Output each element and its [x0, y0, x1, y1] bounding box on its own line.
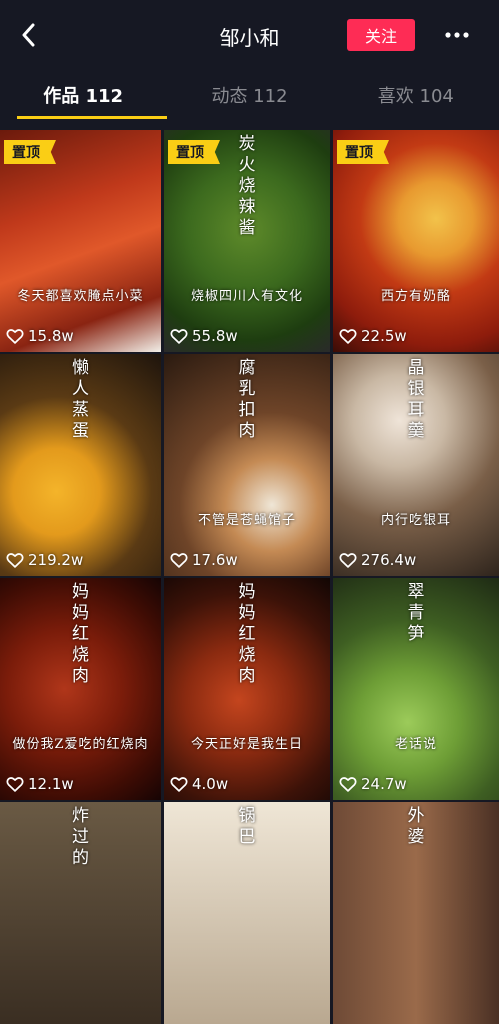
video-subtitle: 烧椒四川人有文化	[190, 289, 303, 304]
chevron-left-icon	[22, 23, 35, 47]
heart-icon	[170, 329, 188, 344]
like-count-value: 15.8w	[28, 327, 74, 345]
video-thumbnail[interactable]: 炸过的	[0, 802, 161, 1024]
more-options-button[interactable]	[440, 20, 474, 50]
more-dots-icon	[445, 32, 469, 38]
like-count-value: 22.5w	[361, 327, 407, 345]
like-count: 4.0w	[170, 775, 228, 793]
video-thumbnail[interactable]: 妈妈红烧肉今天正好是我生日 4.0w	[164, 578, 330, 800]
video-title-vertical: 锅巴	[238, 806, 256, 847]
tab-works[interactable]: 作品 112	[0, 70, 166, 120]
tab-dynamic-label: 动态 112	[211, 86, 288, 107]
tab-indicator	[17, 116, 167, 119]
heart-icon	[6, 553, 24, 568]
video-thumbnail[interactable]: 懒人蒸蛋 219.2w	[0, 354, 161, 576]
like-count-value: 219.2w	[28, 551, 84, 569]
video-thumbnail[interactable]: 晶银耳羹内行吃银耳 276.4w	[333, 354, 499, 576]
back-button[interactable]	[14, 20, 44, 50]
heart-icon	[6, 329, 24, 344]
video-title-vertical: 懒人蒸蛋	[72, 358, 89, 441]
heart-icon	[170, 553, 188, 568]
video-subtitle: 西方有奶酪	[380, 289, 451, 304]
video-thumbnail[interactable]: 腐乳扣肉不管是苍蝇馆子 17.6w	[164, 354, 330, 576]
tab-works-label: 作品 112	[43, 86, 124, 107]
video-subtitle: 老话说	[394, 737, 437, 752]
heart-icon	[170, 777, 188, 792]
like-count: 276.4w	[339, 551, 416, 569]
tab-likes-label: 喜欢 104	[377, 86, 454, 107]
video-title-vertical: 妈妈红烧肉	[72, 582, 89, 686]
like-count-value: 276.4w	[361, 551, 417, 569]
like-count-value: 55.8w	[192, 327, 238, 345]
video-title-vertical: 晶银耳羹	[407, 358, 425, 441]
video-subtitle: 内行吃银耳	[380, 513, 451, 528]
video-title-vertical: 炭火烧辣酱	[238, 134, 256, 238]
video-subtitle: 今天正好是我生日	[190, 737, 303, 752]
video-title-vertical: 腐乳扣肉	[238, 358, 256, 441]
video-subtitle: 冬天都喜欢腌点小菜	[17, 289, 144, 304]
profile-tabs: 作品 112 动态 112 喜欢 104	[0, 70, 499, 120]
heart-icon	[339, 329, 357, 344]
like-count: 15.8w	[6, 327, 74, 345]
video-title-vertical: 外婆	[407, 806, 425, 847]
pinned-badge: 置顶	[4, 140, 56, 164]
video-thumbnail[interactable]: 置顶冬天都喜欢腌点小菜 15.8w	[0, 130, 161, 352]
top-bar: 邹小和 关注	[0, 0, 499, 70]
video-title-vertical: 翠青笋	[407, 582, 425, 644]
heart-icon	[339, 777, 357, 792]
profile-name: 邹小和	[219, 26, 280, 50]
heart-icon	[339, 553, 357, 568]
video-title-vertical: 炸过的	[72, 806, 89, 868]
video-thumbnail[interactable]: 锅巴	[164, 802, 330, 1024]
like-count-value: 12.1w	[28, 775, 74, 793]
video-subtitle: 做份我Z爱吃的红烧肉	[12, 737, 149, 752]
follow-button[interactable]: 关注	[347, 19, 415, 51]
like-count: 17.6w	[170, 551, 238, 569]
like-count: 22.5w	[339, 327, 407, 345]
like-count: 219.2w	[6, 551, 83, 569]
like-count-value: 17.6w	[192, 551, 238, 569]
pinned-badge: 置顶	[337, 140, 389, 164]
like-count: 12.1w	[6, 775, 74, 793]
like-count: 24.7w	[339, 775, 407, 793]
video-thumbnail[interactable]: 置顶 炭火烧辣酱烧椒四川人有文化 55.8w	[164, 130, 330, 352]
video-thumbnail[interactable]: 妈妈红烧肉做份我Z爱吃的红烧肉 12.1w	[0, 578, 161, 800]
video-subtitle: 不管是苍蝇馆子	[197, 513, 296, 528]
video-thumbnail[interactable]: 外婆	[333, 802, 499, 1024]
tab-dynamic[interactable]: 动态 112	[166, 70, 332, 120]
video-title-vertical: 妈妈红烧肉	[238, 582, 256, 686]
like-count-value: 24.7w	[361, 775, 407, 793]
like-count-value: 4.0w	[192, 775, 229, 793]
tab-likes[interactable]: 喜欢 104	[333, 70, 499, 120]
like-count: 55.8w	[170, 327, 238, 345]
video-thumbnail[interactable]: 置顶西方有奶酪 22.5w	[333, 130, 499, 352]
video-grid: 置顶 冬天都喜欢腌点小菜 15.8w 置顶 炭火烧辣酱 烧椒四川人有文化 55.8w 置顶 西方…	[0, 130, 499, 1024]
pinned-badge: 置顶	[168, 140, 220, 164]
heart-icon	[6, 777, 24, 792]
video-thumbnail[interactable]: 翠青笋老话说 24.7w	[333, 578, 499, 800]
